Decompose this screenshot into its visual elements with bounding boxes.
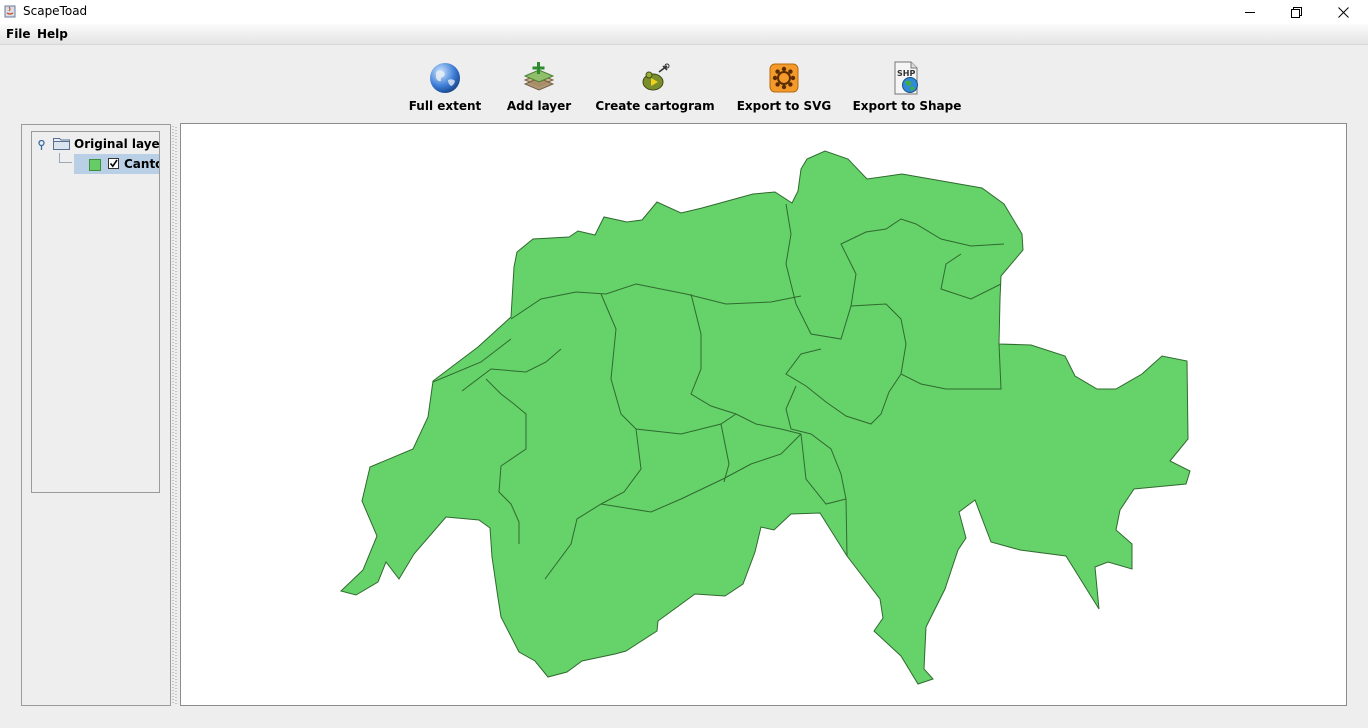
create-cartogram-label: Create cartogram <box>595 99 715 113</box>
full-extent-button[interactable]: Full extent <box>408 60 482 113</box>
add-layer-button[interactable]: Add layer <box>506 60 572 113</box>
split-pane-divider[interactable] <box>171 124 179 706</box>
restore-icon <box>1290 6 1302 18</box>
close-button[interactable] <box>1320 0 1366 24</box>
globe-icon <box>430 63 460 93</box>
checkmark-icon <box>109 159 118 168</box>
close-icon <box>1337 6 1349 18</box>
layer-item-label: Canto <box>124 157 160 171</box>
layer-tree: Original layers Canto <box>31 131 160 493</box>
export-shape-button[interactable]: SHP Export to Shape <box>853 60 961 113</box>
full-extent-label: Full extent <box>408 99 482 113</box>
add-layer-icon <box>523 62 555 91</box>
svg-export-icon <box>769 63 799 93</box>
java-app-icon <box>4 5 16 18</box>
export-svg-button[interactable]: Export to SVG <box>737 60 831 113</box>
menu-file[interactable]: File <box>6 27 31 41</box>
shp-badge-text: SHP <box>897 69 915 78</box>
add-layer-label: Add layer <box>506 99 572 113</box>
canton-layer <box>340 150 1191 685</box>
layer-visibility-checkbox[interactable] <box>108 158 119 169</box>
layer-panel: Original layers Canto <box>21 124 171 706</box>
title-bar: ScapeToad <box>0 0 1368 24</box>
minimize-icon <box>1245 12 1255 13</box>
export-shape-label: Export to Shape <box>852 99 962 113</box>
window-title: ScapeToad <box>23 4 88 18</box>
country-outline <box>340 150 1191 685</box>
tree-root-original-layers[interactable]: Original layers <box>32 136 159 152</box>
menu-help[interactable]: Help <box>37 27 68 41</box>
export-svg-label: Export to SVG <box>736 99 832 113</box>
minimize-button[interactable] <box>1227 0 1273 24</box>
tree-connector <box>59 153 72 163</box>
create-cartogram-button[interactable]: Create cartogram <box>595 60 715 113</box>
tree-expand-handle-icon[interactable] <box>37 140 46 150</box>
map-view[interactable] <box>180 123 1347 706</box>
restore-button[interactable] <box>1273 0 1319 24</box>
switzerland-map <box>340 150 1191 685</box>
layer-item-cantons[interactable]: Canto <box>74 154 159 174</box>
folder-icon <box>53 138 70 150</box>
shapefile-export-icon: SHP <box>894 61 918 95</box>
tree-root-label: Original layers <box>74 137 160 151</box>
layer-color-swatch <box>89 159 101 171</box>
menu-bar: File Help <box>0 24 1368 45</box>
toad-icon <box>642 63 670 91</box>
